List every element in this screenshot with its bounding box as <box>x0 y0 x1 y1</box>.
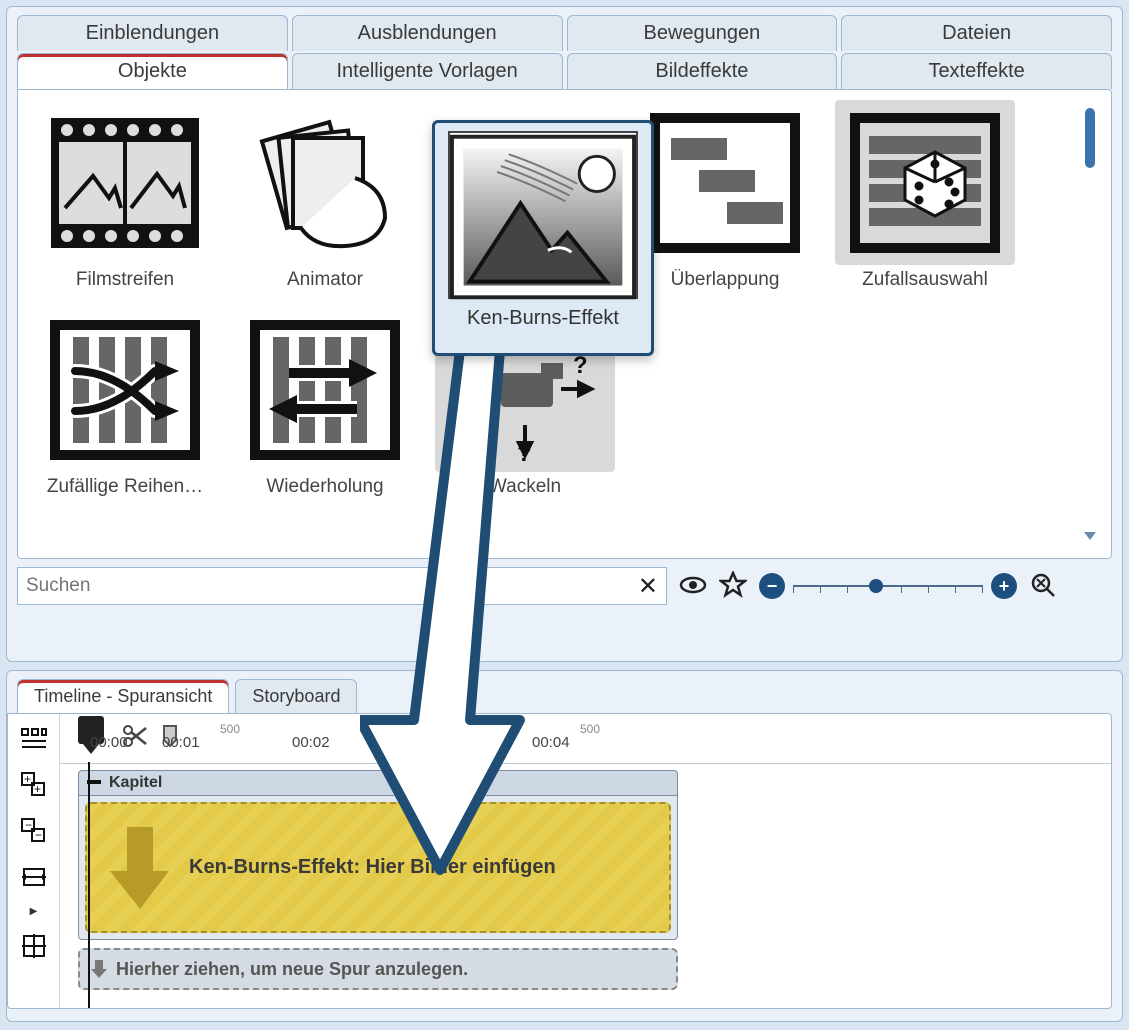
dice-icon <box>835 100 1015 265</box>
drag-preview-label: Ken-Burns-Effekt <box>467 307 619 330</box>
tab-label: Objekte <box>118 60 187 82</box>
shuffle-icon <box>35 307 215 472</box>
tab-einblendungen[interactable]: Einblendungen <box>17 15 288 51</box>
tab-label: Intelligente Vorlagen <box>337 60 518 82</box>
eye-icon[interactable] <box>679 571 707 602</box>
tracks-overview-button[interactable] <box>17 722 51 756</box>
tab-intelligente-vorlagen[interactable]: Intelligente Vorlagen <box>292 53 563 89</box>
tab-label: Ausblendungen <box>358 22 497 44</box>
fit-all-button[interactable] <box>17 929 51 963</box>
kenburns-icon <box>448 131 638 299</box>
ken-burns-drop-zone[interactable]: Ken-Burns-Effekt: Hier Bilder einfügen <box>85 802 671 933</box>
tab-bildeffekte[interactable]: Bildeffekte <box>567 53 838 89</box>
reset-zoom-icon[interactable] <box>1029 571 1057 602</box>
chevron-down-icon[interactable] <box>1084 532 1096 540</box>
object-label: Zufallsauswahl <box>832 269 1018 291</box>
cards-hand-icon <box>235 100 415 265</box>
tab-ausblendungen[interactable]: Ausblendungen <box>292 15 563 51</box>
expand-triangle-icon[interactable]: ▶ <box>30 906 38 917</box>
object-label: Überlappung <box>632 269 818 291</box>
svg-text:?: ? <box>517 440 532 465</box>
svg-text:+: + <box>24 772 31 786</box>
tab-texteffekte[interactable]: Texteffekte <box>841 53 1112 89</box>
chapter-body: Ken-Burns-Effekt: Hier Bilder einfügen <box>78 796 678 940</box>
object-label: Wackeln <box>432 476 618 498</box>
timeline-main: 00:00 00:01 500 00:02 00:04 500 Kapitel … <box>60 714 1111 1008</box>
playhead-line <box>88 762 90 1008</box>
filmstrip-icon <box>35 100 215 265</box>
zoom-slider: − + <box>759 573 1017 599</box>
object-label: Wiederholung <box>232 476 418 498</box>
tab-label: Dateien <box>942 22 1011 44</box>
search-toolbar: ✕ − + <box>17 567 1112 605</box>
object-item-zufallsauswahl[interactable]: Zufallsauswahl <box>832 100 1018 291</box>
tab-timeline[interactable]: Timeline - Spuransicht <box>17 679 229 713</box>
timeline-body: ++ −− ▶ 00:00 00:01 500 00:02 00:04 500 <box>7 713 1112 1009</box>
zoom-out-button[interactable]: − <box>759 573 785 599</box>
tab-label: Bildeffekte <box>655 60 748 82</box>
tabs-row-1: Einblendungen Ausblendungen Bewegungen D… <box>17 15 1112 51</box>
search-box: ✕ <box>17 567 667 605</box>
drop-hint-label: Ken-Burns-Effekt: Hier Bilder einfügen <box>189 856 556 879</box>
object-item-ueberlappung[interactable]: Überlappung <box>632 100 818 291</box>
zoom-in-button[interactable]: + <box>991 573 1017 599</box>
object-item-wiederholung[interactable]: Wiederholung <box>232 307 418 498</box>
object-item-zufaellige-reihenfolge[interactable]: Zufällige Reihen… <box>32 307 218 498</box>
tab-storyboard[interactable]: Storyboard <box>235 679 357 713</box>
ruler-time-label: 00:04 <box>532 734 570 751</box>
timeline-panel: Timeline - Spuransicht Storyboard ++ −− … <box>6 670 1123 1022</box>
tab-objekte[interactable]: Objekte <box>17 53 288 89</box>
drag-preview-ken-burns: Ken-Burns-Effekt <box>432 120 654 356</box>
tab-dateien[interactable]: Dateien <box>841 15 1112 51</box>
ruler-time-label: 00:02 <box>292 734 330 751</box>
add-track-button[interactable]: ++ <box>17 768 51 802</box>
tab-label: Storyboard <box>252 686 340 706</box>
search-input[interactable] <box>26 575 638 597</box>
object-label: Filmstreifen <box>32 269 218 291</box>
tab-label: Einblendungen <box>86 22 219 44</box>
ruler-subtick-label: 500 <box>580 722 600 736</box>
svg-text:−: − <box>25 818 32 832</box>
clear-search-icon[interactable]: ✕ <box>638 572 658 601</box>
new-track-hint-label: Hierher ziehen, um neue Spur anzulegen. <box>116 959 468 980</box>
zoom-slider-knob[interactable] <box>869 579 883 593</box>
ruler-time-label: 00:01 <box>162 734 200 751</box>
ruler-subtick-label: 500 <box>220 722 240 736</box>
object-item-filmstreifen[interactable]: Filmstreifen <box>32 100 218 291</box>
svg-text:+: + <box>34 782 41 796</box>
overlap-icon <box>635 100 815 265</box>
timeline-tabs: Timeline - Spuransicht Storyboard <box>17 679 1112 713</box>
object-label: Animator <box>232 269 418 291</box>
svg-text:−: − <box>35 828 42 842</box>
tab-bewegungen[interactable]: Bewegungen <box>567 15 838 51</box>
tabs-row-2: Objekte Intelligente Vorlagen Bildeffekt… <box>17 53 1112 89</box>
tab-label: Texteffekte <box>928 60 1024 82</box>
timeline-toolbar: ++ −− ▶ <box>8 714 60 1008</box>
arrow-down-small-icon <box>90 958 108 980</box>
tab-label: Timeline - Spuransicht <box>34 686 212 706</box>
star-icon[interactable] <box>719 571 747 602</box>
tab-label: Bewegungen <box>643 22 760 44</box>
remove-track-button[interactable]: −− <box>17 814 51 848</box>
zoom-slider-track[interactable] <box>793 585 983 587</box>
object-label: Zufällige Reihen… <box>32 476 218 498</box>
repeat-icon <box>235 307 415 472</box>
chapter-title: Kapitel <box>109 774 162 792</box>
object-item-animator[interactable]: Animator <box>232 100 418 291</box>
chapter-header[interactable]: Kapitel <box>78 770 678 796</box>
arrow-down-icon <box>105 823 175 913</box>
scrollbar[interactable] <box>1084 100 1097 548</box>
new-track-drop-zone[interactable]: Hierher ziehen, um neue Spur anzulegen. <box>78 948 678 990</box>
timeline-ruler[interactable]: 00:00 00:01 500 00:02 00:04 500 <box>60 714 1111 764</box>
scroll-thumb[interactable] <box>1085 108 1095 168</box>
fit-width-button[interactable] <box>17 860 51 894</box>
ruler-time-label: 00:00 <box>90 734 128 751</box>
